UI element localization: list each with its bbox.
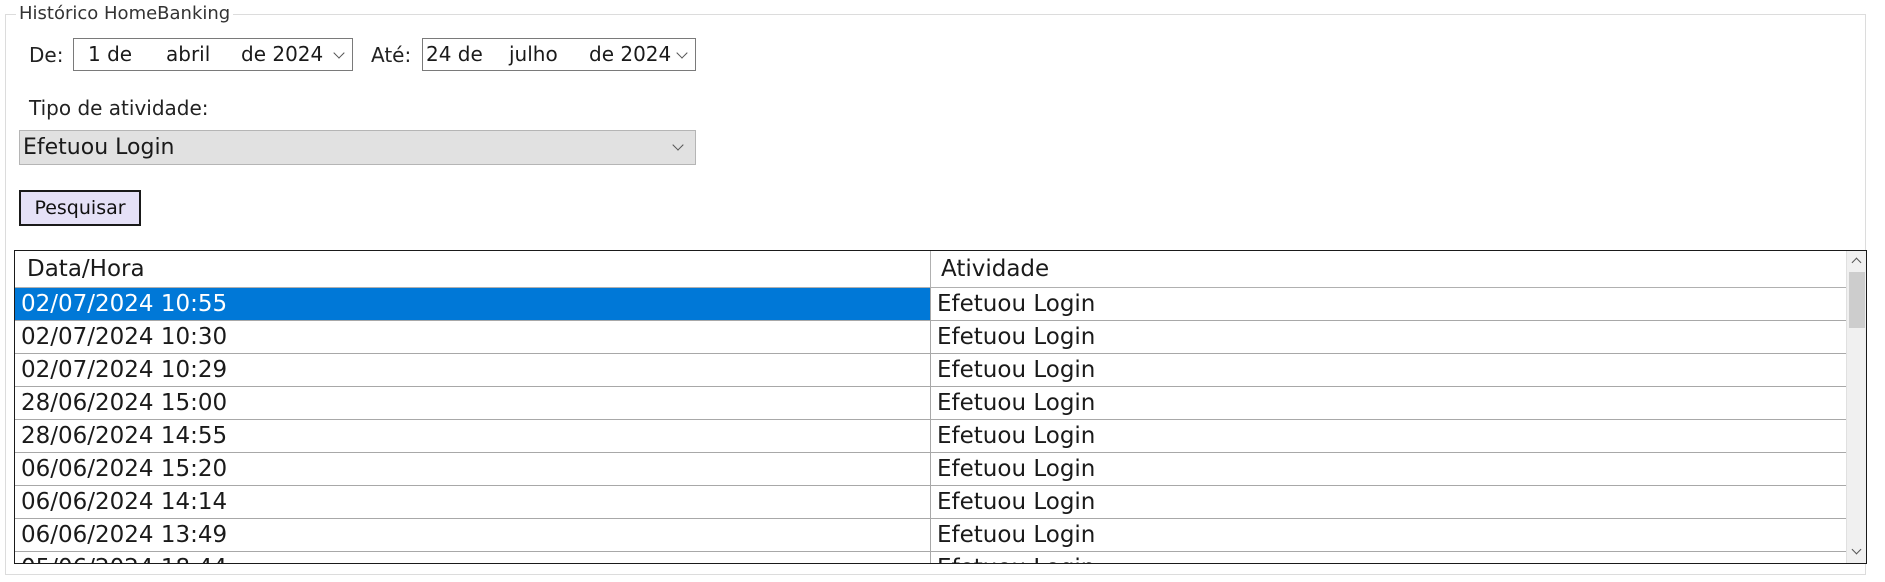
- cell-datetime[interactable]: 06/06/2024 15:20: [15, 453, 931, 485]
- table-row[interactable]: 06/06/2024 13:49 Efetuou Login: [15, 519, 1846, 552]
- cell-activity[interactable]: Efetuou Login: [931, 387, 1846, 419]
- search-button[interactable]: Pesquisar: [19, 190, 141, 226]
- cell-activity[interactable]: Efetuou Login: [931, 519, 1846, 551]
- scrollbar-thumb[interactable]: [1849, 272, 1865, 328]
- grid-rows: 02/07/2024 10:55 Efetuou Login 02/07/202…: [15, 288, 1846, 563]
- history-grid[interactable]: Data/Hora Atividade 02/07/2024 10:55 Efe…: [14, 250, 1867, 564]
- activity-type-selected-value: Efetuou Login: [23, 135, 175, 160]
- to-date-month[interactable]: julho: [509, 39, 558, 70]
- column-header-activity[interactable]: Atividade: [931, 251, 1846, 287]
- from-date-year[interactable]: de 2024: [241, 39, 323, 70]
- chevron-down-icon: [1851, 544, 1862, 555]
- cell-activity[interactable]: Efetuou Login: [931, 354, 1846, 386]
- chevron-up-icon: [1851, 257, 1862, 268]
- to-date-picker[interactable]: 24 de julho de 2024: [422, 38, 696, 71]
- cell-datetime[interactable]: 28/06/2024 14:55: [15, 420, 931, 452]
- to-date-year[interactable]: de 2024: [589, 39, 671, 70]
- cell-activity[interactable]: Efetuou Login: [931, 486, 1846, 518]
- column-header-datetime[interactable]: Data/Hora: [15, 251, 931, 287]
- table-row[interactable]: 28/06/2024 15:00 Efetuou Login: [15, 387, 1846, 420]
- cell-activity[interactable]: Efetuou Login: [931, 321, 1846, 353]
- activity-type-select[interactable]: Efetuou Login: [19, 130, 696, 165]
- cell-datetime[interactable]: 02/07/2024 10:30: [15, 321, 931, 353]
- cell-activity[interactable]: Efetuou Login: [931, 288, 1846, 320]
- table-row[interactable]: 02/07/2024 10:30 Efetuou Login: [15, 321, 1846, 354]
- chevron-down-icon[interactable]: [672, 139, 684, 151]
- chevron-down-icon[interactable]: [333, 47, 345, 59]
- table-row[interactable]: 28/06/2024 14:55 Efetuou Login: [15, 420, 1846, 453]
- cell-datetime[interactable]: 02/07/2024 10:29: [15, 354, 931, 386]
- from-date-label: De:: [29, 43, 64, 67]
- cell-activity[interactable]: Efetuou Login: [931, 552, 1846, 563]
- table-row[interactable]: 05/06/2024 18:44 Efetuou Login: [15, 552, 1846, 563]
- table-row[interactable]: 06/06/2024 14:14 Efetuou Login: [15, 486, 1846, 519]
- cell-datetime[interactable]: 05/06/2024 18:44: [15, 552, 931, 563]
- groupbox-title: Histórico HomeBanking: [16, 3, 234, 25]
- scroll-up-button[interactable]: [1847, 251, 1866, 271]
- vertical-scrollbar[interactable]: [1846, 251, 1866, 563]
- table-row[interactable]: 02/07/2024 10:55 Efetuou Login: [15, 288, 1846, 321]
- activity-type-label: Tipo de atividade:: [29, 96, 209, 120]
- table-row[interactable]: 06/06/2024 15:20 Efetuou Login: [15, 453, 1846, 486]
- cell-activity[interactable]: Efetuou Login: [931, 453, 1846, 485]
- from-date-day[interactable]: 1 de: [88, 39, 132, 70]
- table-row[interactable]: 02/07/2024 10:29 Efetuou Login: [15, 354, 1846, 387]
- scroll-down-button[interactable]: [1847, 543, 1866, 563]
- grid-header: Data/Hora Atividade: [15, 251, 1846, 288]
- to-date-day[interactable]: 24 de: [426, 39, 483, 70]
- from-date-picker[interactable]: 1 de abril de 2024: [73, 38, 353, 71]
- from-date-month[interactable]: abril: [166, 39, 210, 70]
- cell-activity[interactable]: Efetuou Login: [931, 420, 1846, 452]
- cell-datetime[interactable]: 06/06/2024 13:49: [15, 519, 931, 551]
- to-date-label: Até:: [371, 43, 412, 67]
- chevron-down-icon[interactable]: [676, 47, 688, 59]
- cell-datetime[interactable]: 06/06/2024 14:14: [15, 486, 931, 518]
- cell-datetime[interactable]: 02/07/2024 10:55: [15, 288, 931, 320]
- cell-datetime[interactable]: 28/06/2024 15:00: [15, 387, 931, 419]
